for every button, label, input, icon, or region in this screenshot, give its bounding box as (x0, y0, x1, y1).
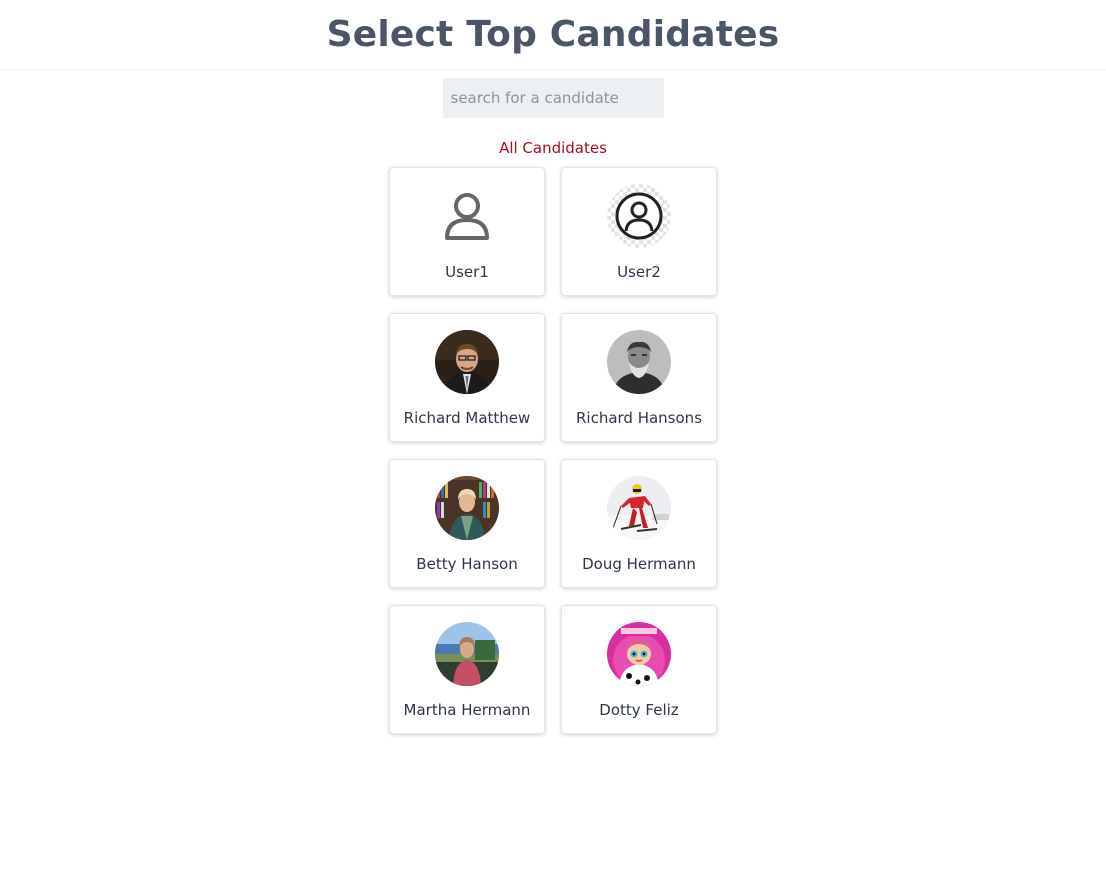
candidate-name: Dotty Feliz (599, 701, 679, 719)
candidate-name: Richard Hansons (575, 409, 703, 427)
candidate-name: Doug Hermann (582, 555, 696, 573)
candidate-card-dotty-feliz[interactable]: Dotty Feliz (561, 605, 717, 734)
candidate-name: Richard Matthew (403, 409, 531, 427)
search-bar (0, 78, 1106, 118)
candidate-card-richard-matthew[interactable]: Richard Matthew (389, 313, 545, 442)
candidate-card-doug-hermann[interactable]: Doug Hermann (561, 459, 717, 588)
portrait-photo (607, 330, 671, 394)
search-input[interactable] (442, 78, 664, 118)
circled-user-icon (607, 184, 671, 248)
candidate-name: User2 (617, 263, 661, 281)
candidate-card-user2[interactable]: User2 (561, 167, 717, 296)
candidate-name: User1 (445, 263, 489, 281)
cartoon-photo (607, 622, 671, 686)
page-header: Select Top Candidates (0, 0, 1106, 70)
page-title: Select Top Candidates (326, 14, 780, 55)
skier-photo (607, 476, 671, 540)
all-candidates-link[interactable]: All Candidates (0, 139, 1106, 157)
candidate-grid: User1 User2 Richard Matthew Richard Hans… (389, 167, 717, 734)
portrait-photo (435, 622, 499, 686)
portrait-photo (435, 330, 499, 394)
portrait-photo (435, 476, 499, 540)
candidate-name: Martha Hermann (403, 701, 531, 719)
candidate-card-richard-hansons[interactable]: Richard Hansons (561, 313, 717, 442)
candidate-card-martha-hermann[interactable]: Martha Hermann (389, 605, 545, 734)
candidate-card-betty-hanson[interactable]: Betty Hanson (389, 459, 545, 588)
candidate-name: Betty Hanson (416, 555, 518, 573)
candidate-card-user1[interactable]: User1 (389, 167, 545, 296)
generic-user-icon (435, 184, 499, 248)
